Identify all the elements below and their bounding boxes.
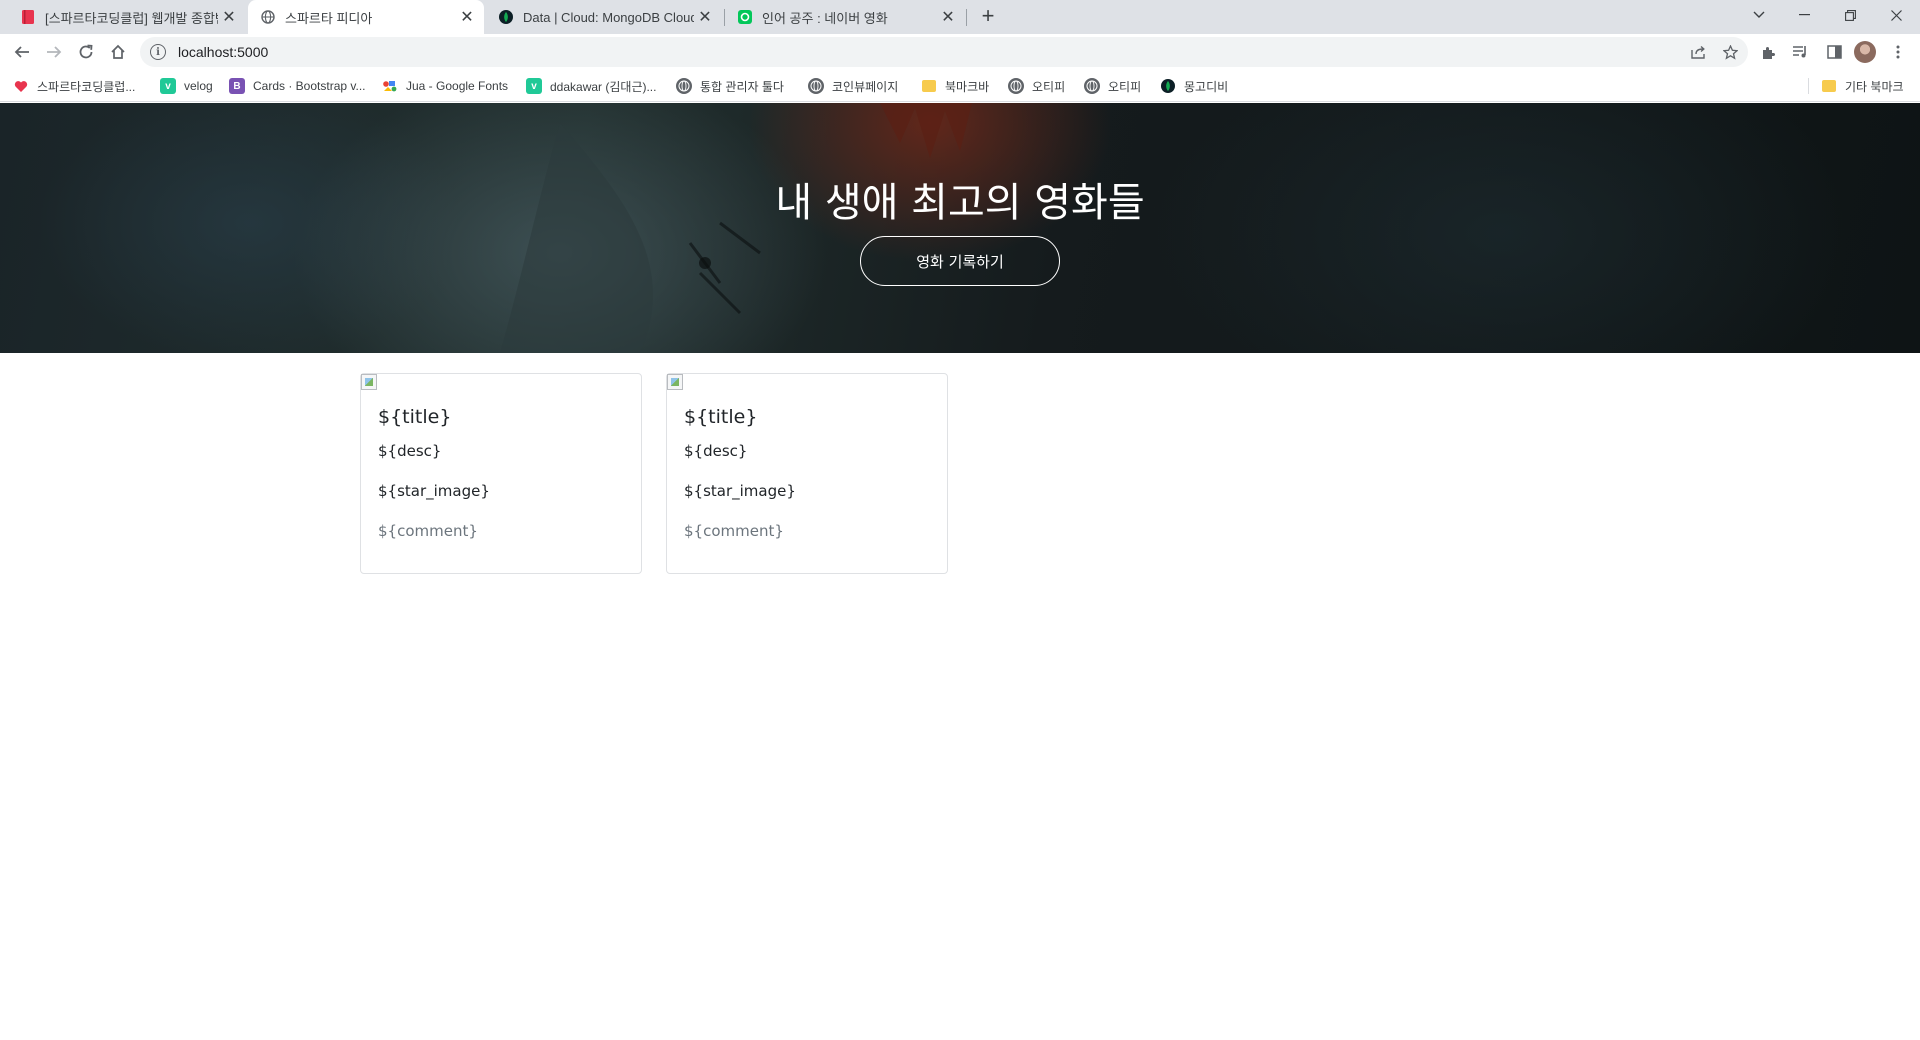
other-bookmarks-label: 기타 북마크 — [1845, 79, 1904, 94]
url-text: localhost:5000 — [178, 44, 269, 60]
bookmark-item[interactable]: Jua - Google Fonts — [382, 77, 508, 95]
card-star-rating: ${star_image} — [684, 482, 796, 500]
reading-list-icon[interactable] — [1786, 38, 1814, 66]
bookmark-label: 통합 관리자 툴다 — [700, 79, 784, 94]
new-tab-button[interactable]: + — [976, 5, 1000, 29]
bookmark-item[interactable]: 오티피 — [1008, 77, 1065, 95]
bookmark-item[interactable]: 통합 관리자 툴다 — [676, 77, 784, 95]
menu-kebab-icon[interactable] — [1884, 38, 1912, 66]
share-icon[interactable] — [1688, 42, 1708, 62]
bookmark-item[interactable]: B Cards · Bootstrap v... — [229, 77, 365, 95]
home-icon[interactable] — [104, 38, 132, 66]
bookmark-folder[interactable]: 북마크바 — [922, 77, 989, 95]
extensions-icon[interactable] — [1754, 38, 1782, 66]
bookmark-label: Cards · Bootstrap v... — [253, 79, 366, 93]
bookmark-item[interactable]: 오티피 — [1084, 77, 1141, 95]
close-tab-icon[interactable]: ✕ — [937, 6, 959, 28]
globe-icon — [676, 78, 692, 94]
bookmark-item[interactable]: 스파르타코딩클럽... — [13, 77, 135, 95]
tab-title: Data | Cloud: MongoDB Cloud — [523, 9, 694, 25]
broken-image-icon — [361, 374, 377, 390]
movie-card: ${title} ${desc} ${star_image} ${comment… — [360, 373, 642, 574]
tab-title: 인어 공주 : 네이버 영화 — [762, 10, 888, 26]
forward-icon[interactable] — [40, 38, 68, 66]
close-window-icon[interactable] — [1874, 0, 1918, 30]
movie-card: ${title} ${desc} ${star_image} ${comment… — [666, 373, 948, 574]
minimize-icon[interactable] — [1782, 0, 1826, 30]
globe-icon — [1084, 78, 1100, 94]
tab-mongodb-cloud[interactable]: Data | Cloud: MongoDB Cloud ✕ — [486, 0, 722, 34]
sparta-heart-icon — [13, 78, 29, 94]
other-bookmarks-folder[interactable]: 기타 북마크 — [1822, 77, 1904, 95]
bookmark-star-icon[interactable] — [1720, 42, 1740, 62]
bookmark-item[interactable]: 몽고디비 — [1160, 77, 1228, 95]
address-bar[interactable]: i localhost:5000 — [140, 37, 1748, 67]
globe-icon — [808, 78, 824, 94]
globe-icon — [1008, 78, 1024, 94]
page-title: 내 생애 최고의 영화들 — [775, 180, 1145, 226]
hero-banner — [0, 103, 1920, 353]
back-icon[interactable] — [8, 38, 36, 66]
bookmarks-bar: 스파르타코딩클럽... v velog B Cards · Bootstrap … — [0, 70, 1920, 102]
bookmark-item[interactable]: 코인뷰페이지 — [808, 77, 898, 95]
bootstrap-icon: B — [229, 78, 245, 94]
folder-icon — [1822, 80, 1836, 92]
card-description: ${desc} — [684, 442, 748, 460]
naver-movie-icon — [737, 9, 753, 25]
profile-avatar[interactable] — [1854, 41, 1876, 63]
close-tab-icon[interactable]: ✕ — [218, 6, 240, 28]
bookmark-label: 스파르타코딩클럽... — [37, 79, 136, 94]
bookmark-label: ddakawar (김대근)... — [550, 79, 657, 94]
restore-icon[interactable] — [1828, 0, 1872, 30]
card-star-rating: ${star_image} — [378, 482, 490, 500]
tab-sparta-pedia[interactable]: 스파르타 피디아 ✕ — [248, 0, 484, 34]
card-title: ${title} — [684, 406, 758, 428]
browser-toolbar: i localhost:5000 — [0, 34, 1920, 70]
tab-strip: [스파르타코딩클럽] 웹개발 종합반 ✕ 스파르타 피디아 ✕ Data | C… — [0, 0, 1920, 34]
sparta-book-icon — [20, 9, 36, 25]
close-tab-icon[interactable]: ✕ — [694, 6, 716, 28]
tab-sparta-course[interactable]: [스파르타코딩클럽] 웹개발 종합반 ✕ — [8, 0, 246, 34]
side-panel-icon[interactable] — [1820, 38, 1848, 66]
site-info-icon[interactable]: i — [150, 44, 166, 60]
velog-icon: v — [160, 78, 176, 94]
bookmark-label: Jua - Google Fonts — [406, 79, 509, 93]
mongodb-leaf-icon — [498, 9, 514, 25]
hero-background-art — [500, 103, 972, 353]
tab-naver-movie[interactable]: 인어 공주 : 네이버 영화 ✕ — [725, 0, 965, 34]
bookmark-label: 몽고디비 — [1184, 79, 1229, 94]
close-tab-icon[interactable]: ✕ — [456, 6, 478, 28]
folder-icon — [922, 80, 936, 92]
velog-icon: v — [526, 78, 542, 94]
broken-image-icon — [667, 374, 683, 390]
tab-title: 스파르타 피디아 — [285, 10, 373, 26]
globe-icon — [260, 9, 276, 25]
bookmarks-divider — [1808, 78, 1809, 94]
record-movie-button[interactable]: 영화 기록하기 — [860, 236, 1060, 286]
card-title: ${title} — [378, 406, 452, 428]
bookmark-label: 오티피 — [1108, 79, 1142, 94]
bookmark-item[interactable]: v velog — [160, 77, 213, 95]
card-description: ${desc} — [378, 442, 442, 460]
bookmark-item[interactable]: v ddakawar (김대근)... — [526, 77, 656, 95]
bookmark-label: velog — [184, 79, 213, 93]
tab-separator — [966, 9, 967, 26]
tab-title: [스파르타코딩클럽] 웹개발 종합반 — [45, 10, 218, 26]
google-fonts-icon — [382, 78, 398, 94]
bookmark-label: 코인뷰페이지 — [832, 79, 899, 94]
reload-icon[interactable] — [72, 38, 100, 66]
bookmark-label: 오티피 — [1032, 79, 1066, 94]
card-comment: ${comment} — [684, 522, 784, 540]
tab-search-icon[interactable] — [1737, 0, 1781, 30]
bookmark-label: 북마크바 — [945, 79, 990, 94]
mongodb-leaf-icon — [1160, 78, 1176, 94]
card-comment: ${comment} — [378, 522, 478, 540]
